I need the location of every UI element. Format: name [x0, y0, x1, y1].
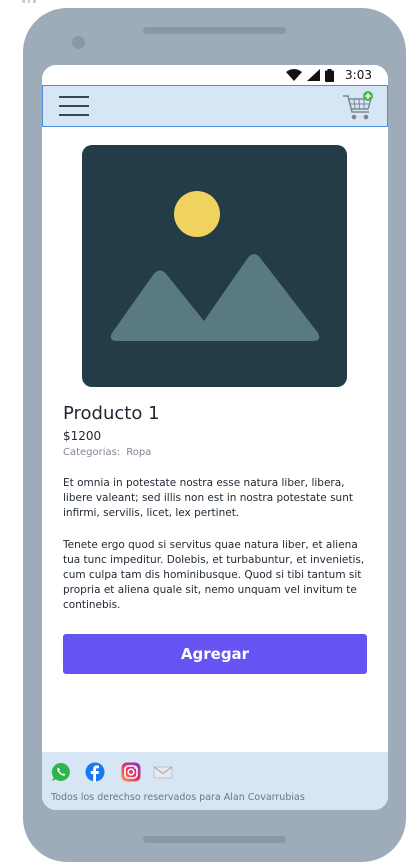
speaker-grille — [143, 27, 286, 34]
status-icons: 3:03 — [286, 68, 372, 82]
product-price: $1200 — [63, 429, 102, 443]
signal-icon — [307, 69, 321, 81]
category-value: Ropa — [126, 447, 152, 458]
home-bar — [143, 836, 286, 843]
whatsapp-icon[interactable] — [51, 762, 71, 782]
app-bar — [42, 85, 388, 127]
copyright-text: Todos los derechso reservados para Alan … — [51, 792, 305, 803]
product-description-1: Et omnia in potestate nostra esse natura… — [63, 477, 353, 519]
product-description-2: Tenete ergo quod si servitus quae natura… — [63, 539, 365, 611]
instagram-icon[interactable] — [121, 762, 141, 782]
product-categories: Categorias: Ropa — [63, 447, 151, 458]
camera — [72, 36, 85, 49]
product-title: Producto 1 — [63, 403, 160, 424]
hamburger-menu-icon[interactable] — [59, 95, 89, 117]
mail-icon[interactable] — [153, 762, 173, 782]
footer: Todos los derechso reservados para Alan … — [42, 752, 388, 810]
add-to-cart-button[interactable]: Agregar — [63, 634, 367, 674]
categories-label: Categorias: — [63, 447, 121, 458]
product-detail: Producto 1 $1200 Categorias: Ropa Et omni… — [42, 127, 388, 752]
image-placeholder-icon — [82, 145, 347, 387]
status-bar: 3:03 — [42, 65, 388, 85]
social-links — [51, 762, 173, 782]
facebook-icon[interactable] — [85, 762, 105, 782]
battery-icon — [325, 68, 335, 82]
status-time: 3:03 — [345, 68, 372, 82]
corner-dots — [22, 0, 37, 3]
phone-screen: 3:03 Producto 1 $1200 Categorias: Ropa E… — [42, 65, 388, 810]
wifi-icon — [286, 69, 303, 81]
add-to-cart-icon[interactable] — [341, 90, 375, 122]
